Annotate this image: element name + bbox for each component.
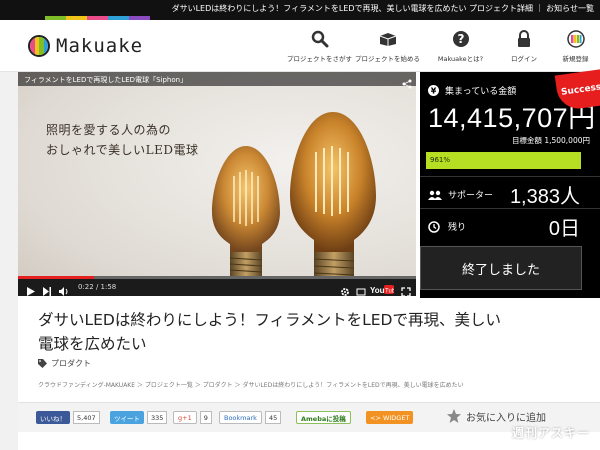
remaining-label-row: 残り bbox=[428, 220, 466, 233]
nav-start-project[interactable]: プロジェクトを始める bbox=[355, 20, 420, 72]
captions-icon[interactable] bbox=[356, 282, 366, 301]
nav-register[interactable]: 新規登録 bbox=[553, 20, 598, 72]
video-time: 0:22 / 1:58 bbox=[78, 283, 117, 291]
lock-icon bbox=[517, 29, 531, 49]
svg-text:¥: ¥ bbox=[431, 87, 437, 96]
people-icon bbox=[428, 190, 442, 200]
nav-label: Makuakeとは? bbox=[437, 55, 484, 63]
project-title: ダサいLEDは終わりにしよう！フィラメントをLEDで再現、美しい 電球を広めたい bbox=[38, 311, 501, 353]
help-icon: ? bbox=[452, 29, 470, 49]
video-title[interactable]: フィラメントをLEDで再現したLED電球「Siphon」 bbox=[18, 72, 416, 86]
ameba-share-button[interactable]: Amebaに投稿 bbox=[296, 411, 351, 424]
star-icon bbox=[447, 409, 461, 423]
logo-mark-icon bbox=[28, 35, 50, 57]
site-header: Makuake プロジェクトをさがす プロジェクトを始める ? Makuakeと… bbox=[0, 20, 600, 72]
goal-amount: 目標金額 1,500,000円 bbox=[511, 136, 590, 145]
supporters-count: 1,383人 bbox=[509, 186, 580, 208]
youtube-icon[interactable]: YouTube bbox=[370, 281, 399, 300]
facebook-like-button[interactable]: いいね！ 5,407 bbox=[36, 411, 100, 424]
breadcrumb[interactable]: クラウドファンディング-MAKUAKE ＞ プロジェクト一覧 ＞ プロダクト ＞… bbox=[38, 380, 464, 389]
register-icon bbox=[566, 29, 585, 49]
play-icon[interactable] bbox=[26, 282, 36, 301]
nav-label: プロジェクトをさがす bbox=[287, 55, 352, 63]
nav-label: プロジェクトを始める bbox=[355, 55, 420, 63]
settings-icon[interactable] bbox=[340, 282, 350, 301]
video-player[interactable]: フィラメントをLEDで再現したLED電球「Siphon」 照明を愛する人の為の … bbox=[18, 72, 416, 296]
bulbs-image bbox=[212, 112, 376, 291]
funding-percent: 961% bbox=[430, 156, 451, 164]
project-ended-button[interactable]: 終了しました bbox=[420, 246, 582, 290]
search-icon bbox=[311, 29, 329, 49]
box-icon bbox=[378, 29, 398, 49]
fullscreen-icon[interactable] bbox=[401, 282, 411, 301]
widget-button[interactable]: <> WIDGET bbox=[366, 411, 414, 424]
clock-icon bbox=[428, 220, 440, 233]
nav-about[interactable]: ? Makuakeとは? bbox=[428, 20, 493, 72]
site-logo[interactable]: Makuake bbox=[28, 35, 143, 57]
remaining-days: 0日 bbox=[548, 218, 580, 240]
svg-text:Tube: Tube bbox=[385, 289, 394, 295]
tweet-button[interactable]: ツイート 335 bbox=[110, 411, 168, 424]
nav-label: ログイン bbox=[511, 55, 537, 63]
svg-text:?: ? bbox=[457, 32, 464, 46]
category-tag[interactable]: プロダクト bbox=[38, 358, 91, 369]
google-plus-button[interactable]: g+1 9 bbox=[173, 411, 212, 424]
add-favorite-button[interactable]: お気に入りに追加 bbox=[446, 408, 546, 424]
yen-icon: ¥ bbox=[428, 85, 439, 96]
video-caption: 照明を愛する人の為の おしゃれで美しいLED電球 bbox=[46, 123, 199, 157]
supporters-label-row: サポーター bbox=[428, 188, 493, 201]
logo-text: Makuake bbox=[56, 35, 144, 57]
svg-text:You: You bbox=[370, 286, 385, 295]
publisher-watermark: 週刊アスキー bbox=[512, 426, 591, 440]
nav-label: 新規登録 bbox=[562, 55, 589, 63]
top-bar-text[interactable]: ダサいLEDは終わりにしよう！フィラメントをLEDで再現、美しい電球を広めたい … bbox=[172, 3, 594, 14]
video-controls: 0:22 / 1:58 YouTube bbox=[18, 279, 416, 297]
bookmark-button[interactable]: Bookmark 45 bbox=[219, 411, 282, 424]
nav-login[interactable]: ログイン bbox=[500, 20, 548, 72]
nav-search-projects[interactable]: プロジェクトをさがす bbox=[287, 20, 352, 72]
tag-icon bbox=[38, 359, 47, 368]
next-icon[interactable] bbox=[42, 282, 52, 301]
share-icon[interactable] bbox=[402, 74, 412, 93]
volume-icon[interactable] bbox=[58, 282, 70, 301]
